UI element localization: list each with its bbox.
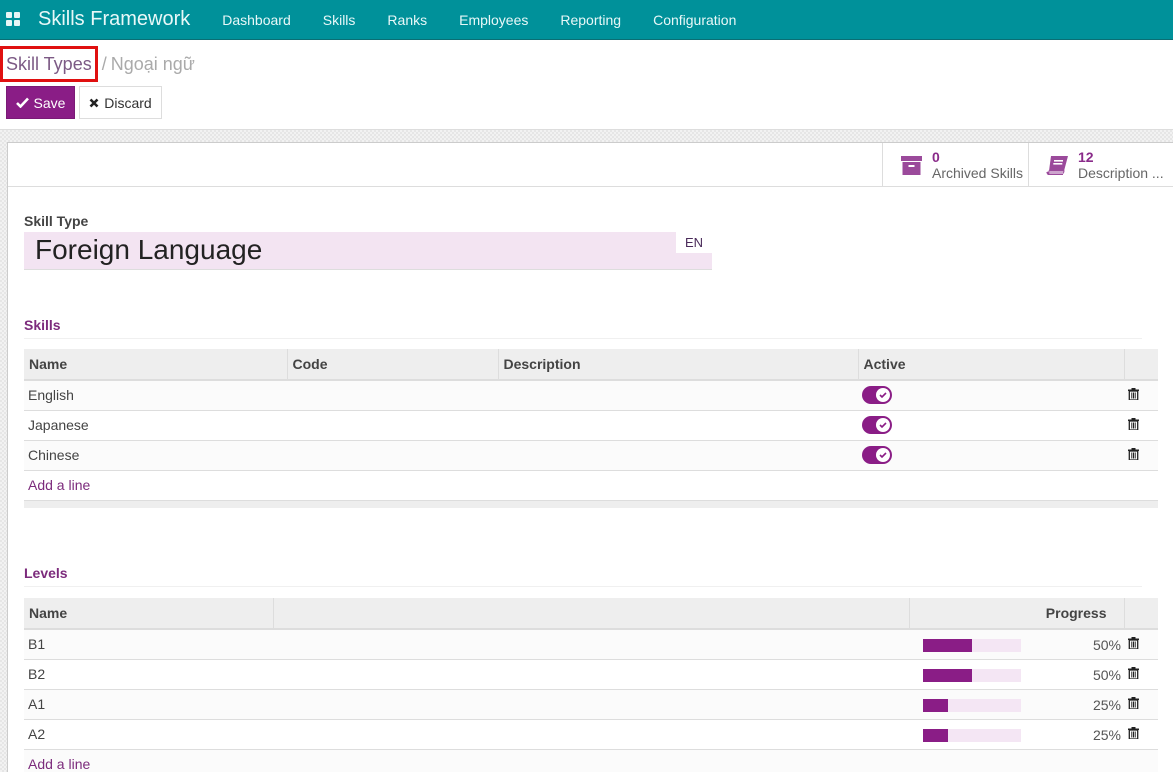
description-label: Description ... (1078, 165, 1164, 181)
form-sheet: 0 Archived Skills 12 Description ... Ski… (7, 142, 1173, 772)
col-header-progress[interactable]: Progress (908, 598, 1124, 630)
archived-skills-label: Archived Skills (932, 165, 1024, 181)
table-row[interactable]: A1 25% (24, 688, 1158, 719)
archive-icon (900, 154, 922, 176)
col-header-actions (1123, 349, 1158, 381)
check-circle-icon (876, 448, 890, 462)
nav-skills[interactable]: Skills (307, 12, 372, 28)
skill-code[interactable] (287, 439, 498, 470)
progress-bar (923, 639, 1021, 652)
col-header-code[interactable]: Code (286, 349, 498, 381)
times-icon (89, 98, 99, 107)
active-toggle[interactable] (862, 386, 892, 405)
breadcrumb-separator: / (101, 53, 107, 74)
table-row[interactable]: B2 50% (24, 658, 1158, 689)
table-row[interactable]: Chinese (24, 439, 1158, 470)
progress-bar-fill (923, 639, 972, 652)
table-row[interactable]: Japanese (24, 409, 1158, 440)
progress-bar-fill (923, 698, 948, 712)
progress-value: 50% (1092, 637, 1121, 653)
col-header-actions (1123, 598, 1158, 630)
check-circle-icon (876, 418, 890, 432)
archived-skills-button[interactable]: 0 Archived Skills (882, 143, 1029, 187)
progress-value: 25% (1092, 696, 1121, 713)
nav-configuration[interactable]: Configuration (637, 12, 752, 28)
skill-type-input[interactable]: Foreign Language EN (24, 232, 712, 270)
skill-code[interactable] (287, 379, 498, 410)
levels-section-title: Levels (24, 565, 1142, 587)
skill-description[interactable] (498, 409, 858, 440)
check-icon (15, 97, 29, 108)
level-name[interactable]: A2 (24, 718, 273, 749)
col-header-name[interactable]: Name (24, 349, 287, 381)
nav-dashboard[interactable]: Dashboard (206, 12, 307, 28)
trash-icon[interactable] (1128, 697, 1139, 709)
skill-name[interactable]: English (24, 379, 287, 410)
levels-add-line[interactable]: Add a line (28, 756, 90, 772)
save-label: Save (33, 94, 66, 111)
discard-button[interactable]: Discard (79, 86, 162, 119)
active-toggle[interactable] (862, 416, 892, 434)
skill-name[interactable]: Chinese (24, 439, 287, 470)
progress-bar-fill (923, 728, 948, 742)
trash-icon[interactable] (1128, 637, 1139, 650)
skill-code[interactable] (287, 409, 498, 440)
trash-icon[interactable] (1128, 667, 1139, 679)
save-button[interactable]: Save (6, 86, 75, 119)
col-header-name[interactable]: Name (24, 598, 273, 630)
level-name[interactable]: A1 (24, 688, 273, 719)
description-button[interactable]: 12 Description ... (1028, 143, 1173, 187)
col-header-blank (272, 598, 909, 630)
progress-value: 25% (1092, 726, 1121, 743)
trash-icon[interactable] (1128, 388, 1139, 401)
skills-add-line[interactable]: Add a line (28, 477, 90, 493)
book-icon (1046, 154, 1068, 176)
progress-bar (923, 668, 1021, 682)
skill-type-value: Foreign Language (35, 234, 263, 265)
breadcrumb-skill-types-link[interactable]: Skill Types (0, 46, 98, 82)
breadcrumb: Skill Types / Ngoại ngữ (0, 46, 195, 82)
active-toggle[interactable] (862, 446, 892, 464)
skills-section-title: Skills (24, 317, 1142, 339)
top-navbar: Skills Framework Dashboard Skills Ranks … (0, 0, 1173, 40)
col-header-description[interactable]: Description (497, 349, 858, 381)
skill-name[interactable]: Japanese (24, 409, 287, 440)
progress-bar (923, 698, 1021, 712)
levels-table: Name Progress B1 50% B2 50% A1 25% A2 25% Add a … (24, 598, 1158, 772)
nav-reporting[interactable]: Reporting (544, 12, 637, 28)
apps-grid-icon[interactable] (6, 11, 22, 28)
table-footer (24, 499, 1158, 508)
discard-label: Discard (104, 94, 152, 111)
progress-bar (923, 728, 1021, 742)
nav-ranks[interactable]: Ranks (371, 12, 443, 28)
language-badge[interactable]: EN (676, 232, 712, 253)
progress-value: 50% (1092, 666, 1121, 683)
trash-icon[interactable] (1128, 448, 1139, 460)
breadcrumb-current: Ngoại ngữ (110, 53, 195, 74)
trash-icon[interactable] (1128, 727, 1139, 739)
col-header-active[interactable]: Active (857, 349, 1124, 381)
description-count: 12 (1078, 149, 1094, 165)
level-name[interactable]: B2 (24, 658, 273, 689)
archived-skills-count: 0 (932, 149, 940, 165)
skill-description[interactable] (498, 379, 858, 410)
skill-type-label: Skill Type (24, 213, 89, 229)
nav-employees[interactable]: Employees (443, 12, 544, 28)
level-name[interactable]: B1 (24, 628, 273, 659)
table-row[interactable]: B1 50% (24, 628, 1158, 659)
table-row[interactable]: A2 25% (24, 718, 1158, 749)
app-brand[interactable]: Skills Framework (38, 8, 190, 31)
progress-bar-fill (923, 668, 972, 682)
skill-description[interactable] (498, 439, 858, 470)
button-box: 0 Archived Skills 12 Description ... (8, 143, 1173, 187)
skills-table: Name Code Description Active English Jap… (24, 349, 1158, 508)
check-circle-icon (876, 388, 890, 403)
trash-icon[interactable] (1128, 418, 1139, 430)
table-row[interactable]: English (24, 379, 1158, 410)
